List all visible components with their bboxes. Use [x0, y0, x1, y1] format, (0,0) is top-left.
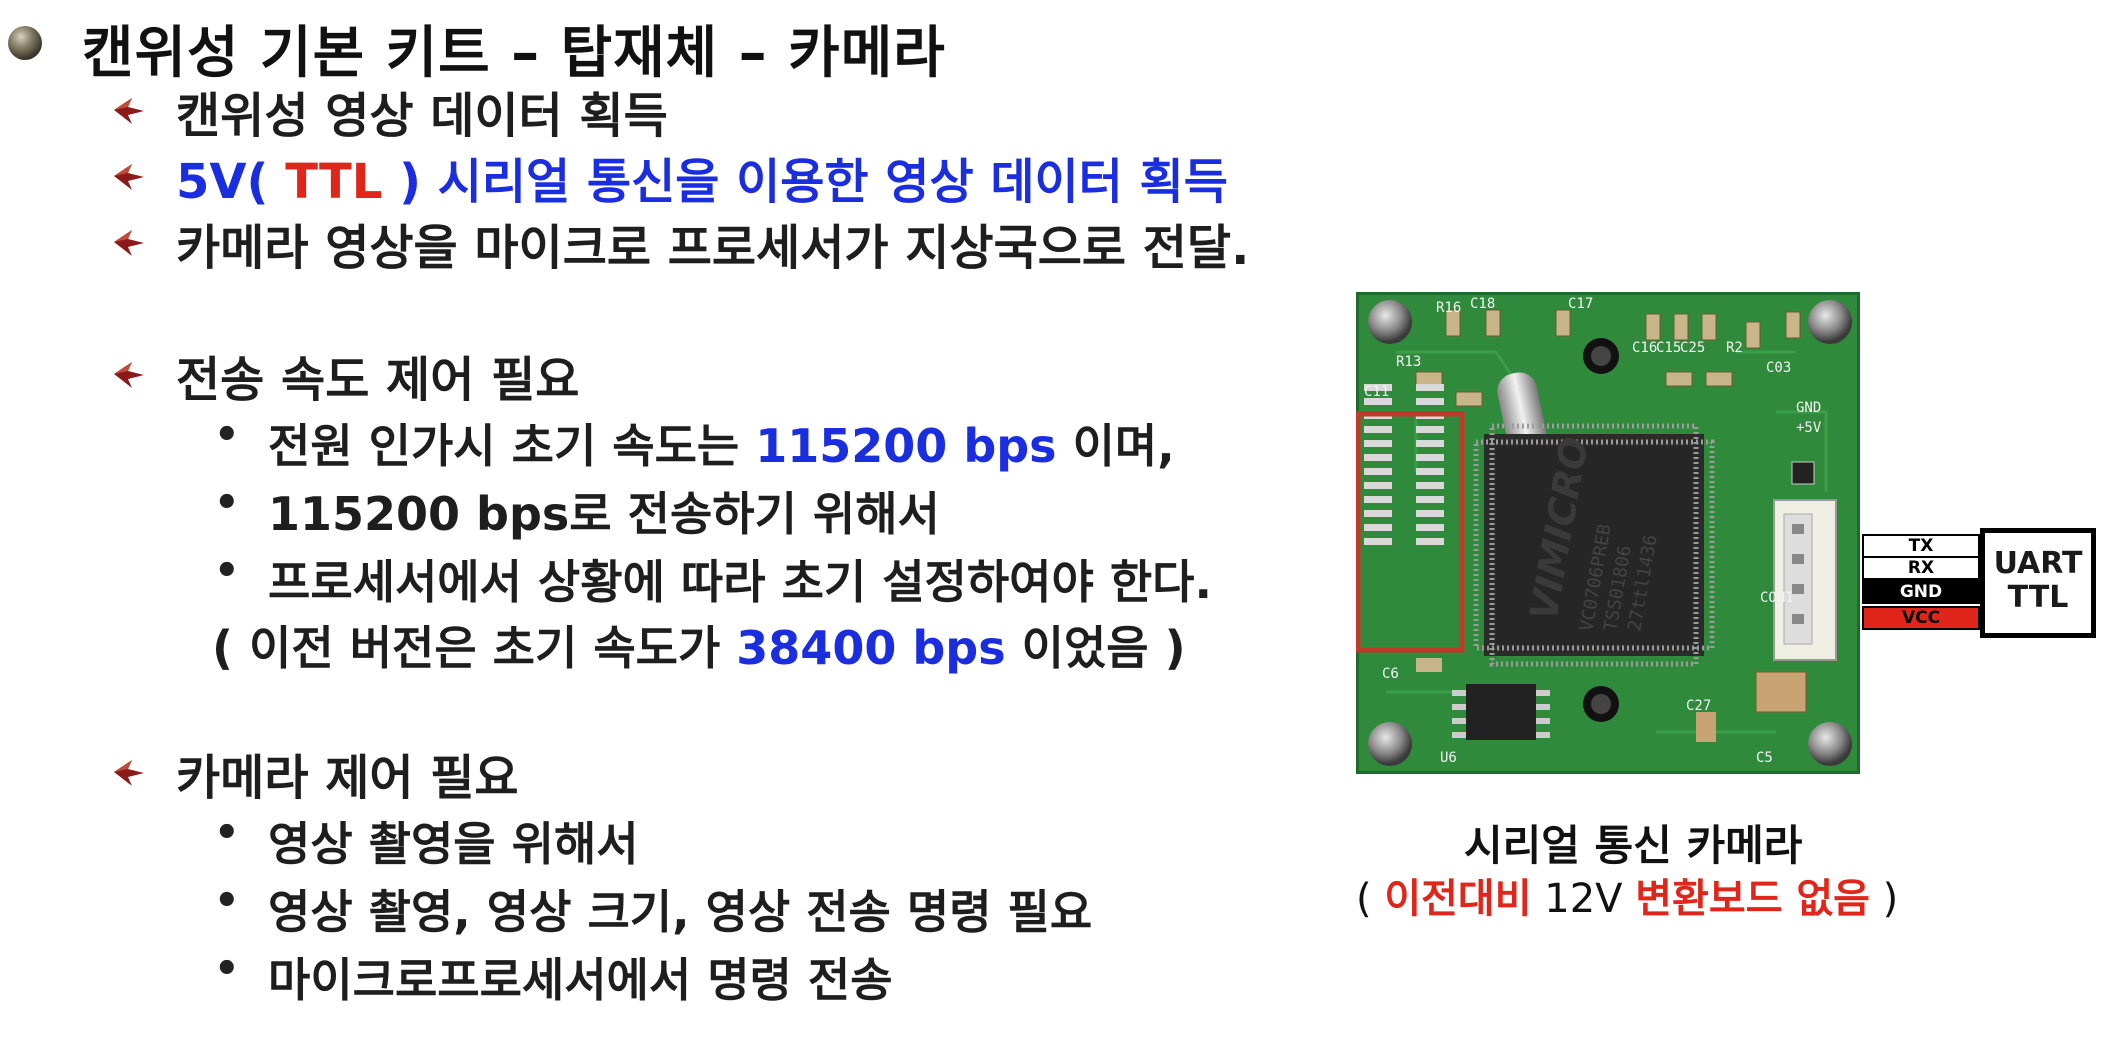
list-item: 프로세서에서 상황에 따라 초기 설정하여야 한다.: [268, 555, 1212, 609]
uart-label: UART: [1993, 546, 2083, 581]
svg-text:GND: GND: [1796, 400, 1821, 416]
svg-text:C18: C18: [1470, 296, 1495, 312]
dot-bullet-icon: •: [214, 946, 240, 992]
figure-subcaption: ( 이전대비 12V 변환보드 없음 ): [1356, 866, 1898, 924]
arrow-bullet-icon: [114, 760, 144, 786]
svg-text:C25: C25: [1680, 340, 1705, 356]
text-segment: 5V(: [176, 154, 286, 210]
uart-ttl-box: UART TTL: [1980, 528, 2096, 638]
dot-bullet-icon: •: [214, 810, 240, 856]
svg-text:C6: C6: [1382, 666, 1399, 682]
svg-text:+5V: +5V: [1796, 420, 1822, 436]
pin-label-tx: TX: [1862, 534, 1980, 558]
text-segment: 전원 인가시 초기 속도는: [268, 419, 756, 473]
dot-bullet-icon: •: [214, 878, 240, 924]
svg-text:C17: C17: [1568, 296, 1593, 312]
text-segment: ) 시리얼 통신을 이용한 영상 데이터 획득: [382, 154, 1228, 210]
text-segment: 변환보드 없음: [1635, 876, 1870, 922]
ttl-label: TTL: [2007, 580, 2069, 615]
pin-label-vcc: VCC: [1862, 606, 1980, 630]
svg-text:C15: C15: [1656, 340, 1681, 356]
svg-text:U6: U6: [1440, 750, 1457, 766]
arrow-bullet-icon: [114, 230, 144, 256]
list-item: 캔위성 영상 데이터 획득: [176, 88, 668, 144]
list-item: 마이크로프로세서에서 명령 전송: [268, 953, 893, 1007]
svg-text:R13: R13: [1396, 354, 1421, 370]
text-segment: (: [1356, 876, 1385, 922]
svg-text:CON1: CON1: [1760, 590, 1794, 606]
baud-value: 115200 bps: [755, 419, 1057, 473]
list-item: 카메라 영상을 마이크로 프로세서가 지상국으로 전달.: [176, 220, 1250, 276]
svg-text:C16: C16: [1632, 340, 1657, 356]
camera-board-image: VIMICRO VC0706PREB TSS01806 27ttl1436 R1…: [1356, 292, 1860, 774]
arrow-bullet-icon: [114, 164, 144, 190]
list-item: 115200 bps로 전송하기 위해서: [268, 487, 940, 541]
svg-text:C03: C03: [1766, 360, 1791, 376]
text-segment: 12V: [1531, 876, 1636, 922]
section-heading: 카메라 제어 필요: [176, 750, 519, 806]
text-segment: 이었음 ): [1005, 621, 1186, 675]
text-segment: 이며,: [1056, 419, 1175, 473]
dot-bullet-icon: •: [214, 412, 240, 458]
svg-text:R16: R16: [1436, 300, 1461, 316]
title-bullet-icon: [8, 26, 42, 60]
text-segment: 이전대비: [1384, 876, 1532, 922]
version-note: ( 이전 버전은 초기 속도가 38400 bps 이었음 ): [212, 612, 1186, 678]
section-heading: 전송 속도 제어 필요: [176, 352, 580, 408]
list-item: 영상 촬영, 영상 크기, 영상 전송 명령 필요: [268, 885, 1093, 939]
pin-label-gnd: GND: [1862, 580, 1980, 604]
list-item: 전원 인가시 초기 속도는 115200 bps 이며,: [268, 410, 1175, 476]
list-item: 영상 촬영을 위해서: [268, 817, 639, 871]
figure-caption: 시리얼 통신 카메라: [1464, 821, 1803, 870]
svg-text:C27: C27: [1686, 698, 1711, 714]
baud-value: 38400 bps: [736, 621, 1006, 675]
text-segment: ): [1869, 876, 1899, 922]
svg-text:R2: R2: [1726, 340, 1743, 356]
text-segment: ( 이전 버전은 초기 속도가: [212, 621, 737, 675]
ttl-highlight: TTL: [285, 154, 383, 210]
svg-text:C5: C5: [1756, 750, 1773, 766]
list-item: 5V( TTL ) 시리얼 통신을 이용한 영상 데이터 획득: [176, 142, 1228, 212]
arrow-bullet-icon: [114, 362, 144, 388]
pin-label-rx: RX: [1862, 556, 1980, 580]
svg-text:C11: C11: [1364, 384, 1389, 400]
arrow-bullet-icon: [114, 98, 144, 124]
dot-bullet-icon: •: [214, 548, 240, 594]
dot-bullet-icon: •: [214, 480, 240, 526]
